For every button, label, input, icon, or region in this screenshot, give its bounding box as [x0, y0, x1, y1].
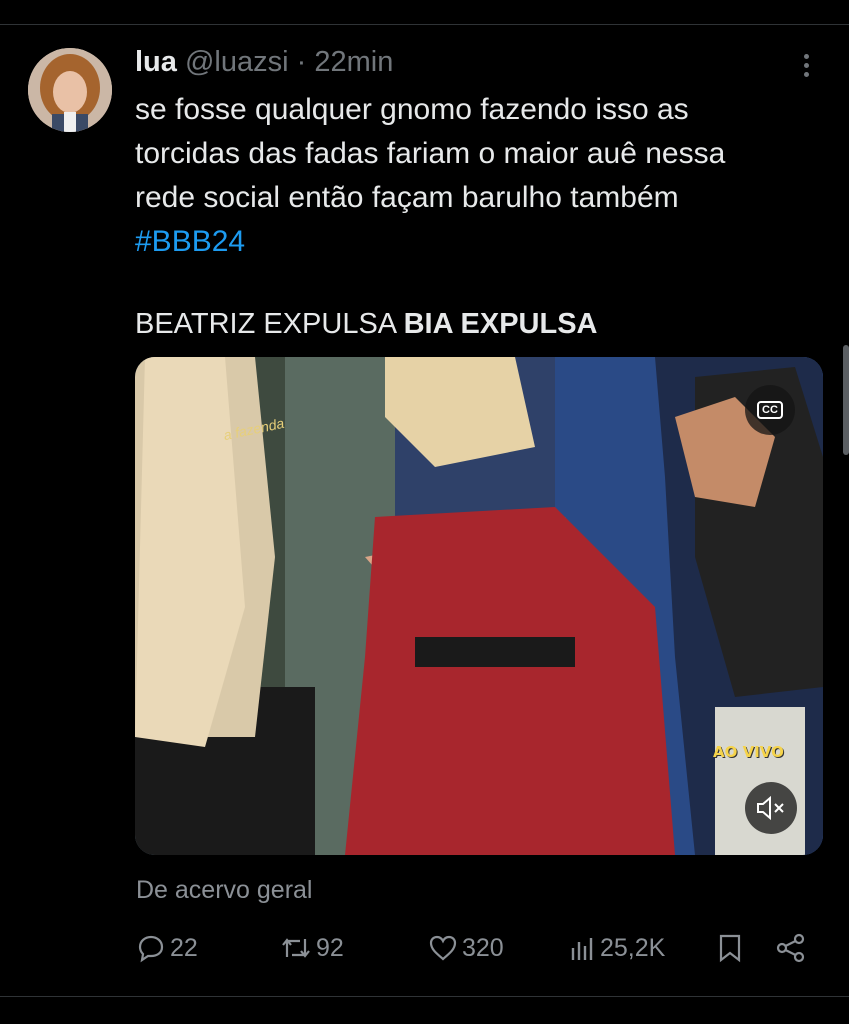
view-count: 25,2K: [600, 933, 666, 962]
bookmark-icon: [719, 934, 741, 963]
retweet-icon: [282, 938, 310, 958]
reply-button[interactable]: 22: [136, 925, 198, 971]
reply-count: 22: [170, 933, 198, 962]
header-separator: ·: [296, 46, 307, 78]
mute-button[interactable]: [745, 782, 797, 834]
views-icon: [571, 938, 593, 960]
bookmark-button[interactable]: [716, 925, 748, 971]
live-badge: AO VIVO: [713, 743, 784, 761]
video-title: BEATRIZ EXPULSA BIA EXPULSA: [135, 304, 598, 344]
display-name[interactable]: lua: [135, 46, 177, 78]
heart-icon: [429, 935, 457, 961]
like-button[interactable]: 320: [428, 925, 504, 971]
scrollbar-thumb[interactable]: [843, 345, 849, 455]
retweet-button[interactable]: 92: [280, 925, 344, 971]
user-handle[interactable]: @luazsi: [185, 46, 289, 78]
captions-icon: CC: [757, 401, 783, 419]
speaker-muted-icon: [757, 795, 784, 821]
avatar-photo: [28, 48, 112, 132]
reply-icon: [138, 935, 164, 963]
title-regular: BEATRIZ EXPULSA: [135, 308, 404, 340]
tweet-text-line: se fosse qualquer gnomo fazendo isso as: [135, 93, 689, 126]
action-bar: 22 92 320 25,2K: [0, 925, 849, 971]
source-label: De acervo geral: [136, 876, 313, 904]
avatar[interactable]: [28, 48, 112, 132]
title-bold: BIA EXPULSA: [403, 308, 598, 340]
views-button[interactable]: 25,2K: [570, 925, 665, 971]
share-button[interactable]: [775, 925, 811, 971]
hashtag-link[interactable]: #BBB24: [135, 220, 815, 264]
tweet-text-line: rede social então façam barulho também: [135, 181, 679, 214]
video-player[interactable]: a fazenda CC AO VIVO: [135, 357, 823, 855]
captions-button[interactable]: CC: [745, 385, 795, 435]
bottom-divider: [0, 996, 849, 997]
tweet-text-line: torcidas das fadas fariam o maior auê ne…: [135, 137, 726, 170]
more-vertical-icon: [795, 54, 817, 77]
tweet-timestamp[interactable]: 22min: [314, 46, 393, 78]
tweet-text: se fosse qualquer gnomo fazendo isso as …: [135, 88, 815, 264]
tweet-header: lua @luazsi · 22min: [135, 44, 393, 80]
retweet-count: 92: [316, 933, 344, 962]
top-divider: [0, 24, 849, 25]
more-options-button[interactable]: [795, 50, 817, 84]
share-icon: [776, 933, 805, 963]
like-count: 320: [462, 933, 504, 962]
